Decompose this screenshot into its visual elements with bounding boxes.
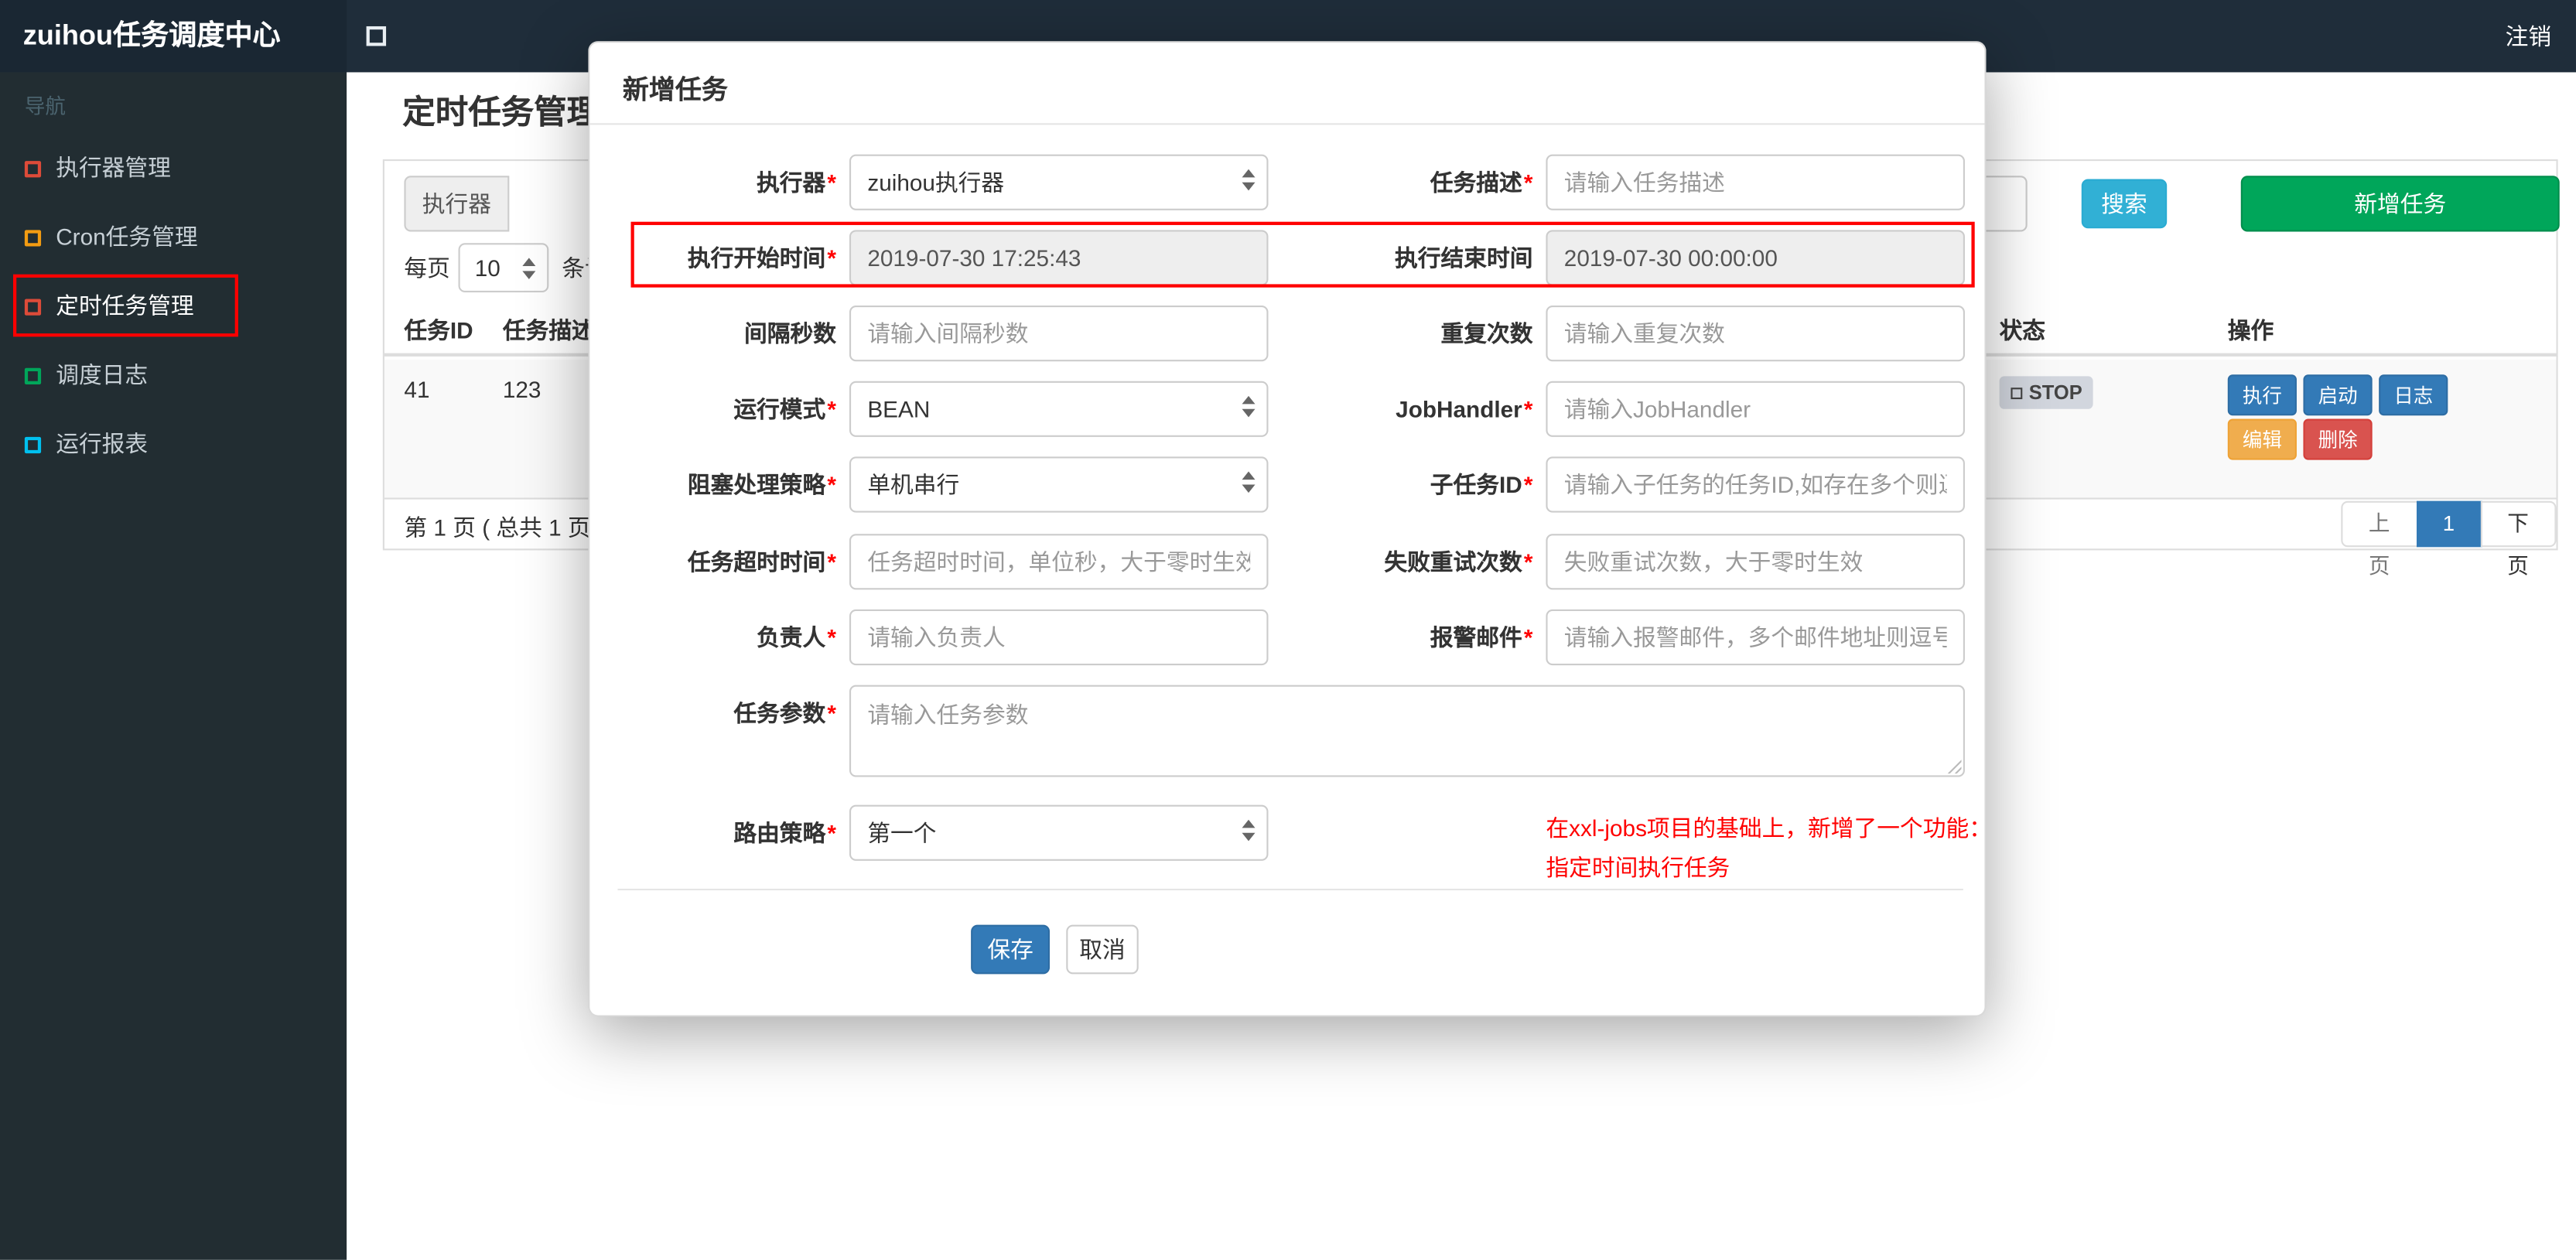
timeout-input[interactable]: [849, 534, 1269, 590]
next-page-button[interactable]: 下页: [2479, 500, 2557, 579]
select-caret-icon: [1242, 395, 1256, 418]
jobhandler-label: JobHandler *: [1396, 395, 1533, 422]
form-row: 任务参数 *: [589, 685, 1984, 777]
stop-square-icon: [2011, 387, 2023, 399]
block-strategy-select[interactable]: 单机串行: [849, 456, 1269, 513]
repeat-count-label: 重复次数: [1440, 320, 1533, 347]
fail-retry-input[interactable]: [1546, 534, 1965, 590]
owner-label: 负责人 *: [757, 624, 836, 650]
edit-button[interactable]: 编辑: [2227, 418, 2297, 460]
square-outline-icon: [24, 299, 42, 316]
add-task-modal: 新增任务 执行器* zuihou执行器 任务描述* 执行开始时间* 执行结束时间…: [588, 41, 1992, 1017]
cell-actions-row2: 编辑 删除: [2227, 418, 2379, 460]
interval-seconds-input[interactable]: [849, 306, 1269, 362]
route-strategy-label: 路由策略 *: [733, 819, 836, 846]
add-task-button[interactable]: 新增任务: [2240, 176, 2560, 232]
executor-label: 执行器 *: [757, 169, 836, 196]
form-row: 阻塞处理策略 * 单机串行 子任务ID *: [589, 456, 1984, 513]
form-row: 执行器 * zuihou执行器 任务描述 *: [589, 154, 1984, 210]
fail-retry-label: 失败重试次数 *: [1384, 548, 1533, 575]
cancel-button[interactable]: 取消: [1066, 924, 1139, 975]
header-status: 状态: [1999, 316, 2046, 343]
page-title: 定时任务管理: [402, 95, 600, 131]
cell-status: STOP: [1999, 376, 2094, 409]
select-caret-icon: [522, 258, 536, 280]
executor-filter-addon: 执行器: [404, 176, 510, 232]
square-outline-icon: [24, 161, 42, 178]
status-badge: STOP: [1999, 376, 2094, 409]
repeat-count-input[interactable]: [1546, 306, 1965, 362]
sidebar-item-scheduled-task-mgmt[interactable]: 定时任务管理: [0, 276, 347, 335]
run-mode-label: 运行模式 *: [733, 395, 836, 422]
feature-note: 在xxl-jobs项目的基础上，新增了一个功能： 指定时间执行任务: [1546, 814, 1992, 881]
sidebar-item-run-report[interactable]: 运行报表: [0, 414, 347, 473]
search-button[interactable]: 搜索: [2081, 179, 2168, 229]
square-outline-icon: [24, 436, 42, 454]
cell-actions: 执行 启动 日志: [2227, 374, 2455, 416]
end-time-input[interactable]: [1546, 230, 1965, 286]
logout-link[interactable]: 注销: [2481, 0, 2576, 72]
sidebar-toggle-icon[interactable]: [366, 26, 387, 46]
pagination-summary: 第 1 页 ( 总共 1 页, 1: [404, 514, 617, 541]
form-row: 任务超时时间* 失败重试次数*: [589, 534, 1984, 590]
route-strategy-select[interactable]: 第一个: [849, 804, 1269, 861]
child-job-id-label: 子任务ID *: [1430, 471, 1533, 498]
page-1-button[interactable]: 1: [2415, 500, 2482, 548]
alarm-email-label: 报警邮件 *: [1430, 624, 1533, 650]
app-brand[interactable]: zuihou任务调度中心: [0, 0, 347, 73]
pagination: 上页 1 下页: [2341, 500, 2557, 579]
block-strategy-label: 阻塞处理策略 *: [687, 471, 836, 498]
header-job-desc: 任务描述: [502, 316, 595, 343]
log-button[interactable]: 日志: [2379, 374, 2448, 416]
per-page-prefix: 每页: [404, 254, 450, 282]
timeout-label: 任务超时时间 *: [687, 548, 836, 575]
form-row: 执行开始时间* 执行结束时间: [589, 230, 1984, 286]
executor-select[interactable]: zuihou执行器: [849, 154, 1269, 210]
sidebar: 导航 执行器管理 Cron任务管理 定时任务管理 调度日志 运行报表: [0, 72, 347, 1260]
modal-title: 新增任务: [622, 77, 728, 105]
start-time-input[interactable]: [849, 230, 1269, 286]
header-job-id: 任务ID: [404, 316, 473, 343]
run-mode-select[interactable]: BEAN: [849, 381, 1269, 437]
form-row: 间隔秒数 重复次数: [589, 306, 1984, 362]
cell-job-desc: 123: [502, 376, 542, 403]
modal-divider: [617, 888, 1963, 891]
form-row: 负责人* 报警邮件*: [589, 609, 1984, 666]
screen: zuihou任务调度中心 注销 导航 执行器管理 Cron任务管理 定时任务管理…: [0, 0, 2576, 1260]
job-param-label: 任务参数 *: [733, 699, 836, 726]
end-time-label: 执行结束时间: [1395, 244, 1533, 271]
form-row: 运行模式 * BEAN JobHandler *: [589, 381, 1984, 437]
delete-button[interactable]: 删除: [2303, 418, 2373, 460]
jobhandler-input[interactable]: [1546, 381, 1965, 437]
sidebar-item-cron-task-mgmt[interactable]: Cron任务管理: [0, 207, 347, 266]
per-page-select[interactable]: 10: [458, 243, 549, 293]
start-button[interactable]: 启动: [2303, 374, 2373, 416]
job-desc-input[interactable]: [1546, 154, 1965, 210]
interval-seconds-label: 间隔秒数: [744, 320, 836, 347]
child-job-id-input[interactable]: [1546, 456, 1965, 513]
square-outline-icon: [24, 367, 42, 384]
job-desc-label: 任务描述 *: [1430, 169, 1533, 196]
save-button[interactable]: 保存: [971, 924, 1051, 975]
select-caret-icon: [1242, 819, 1256, 842]
sidebar-item-dispatch-log[interactable]: 调度日志: [0, 345, 347, 404]
cell-job-id: 41: [404, 376, 430, 403]
sidebar-item-executor-mgmt[interactable]: 执行器管理: [0, 138, 347, 196]
alarm-email-input[interactable]: [1546, 609, 1965, 666]
job-param-textarea[interactable]: [849, 685, 1965, 777]
start-time-label: 执行开始时间 *: [687, 244, 836, 271]
sidebar-section-label: 导航: [24, 95, 66, 118]
square-outline-icon: [24, 230, 42, 247]
header-actions: 操作: [2227, 316, 2274, 343]
modal-header: 新增任务: [589, 43, 1985, 125]
owner-input[interactable]: [849, 609, 1269, 666]
job-param-wrap: [849, 685, 1965, 777]
select-caret-icon: [1242, 169, 1256, 191]
run-button[interactable]: 执行: [2227, 374, 2297, 416]
select-caret-icon: [1242, 471, 1256, 493]
prev-page-button[interactable]: 上页: [2341, 500, 2418, 579]
